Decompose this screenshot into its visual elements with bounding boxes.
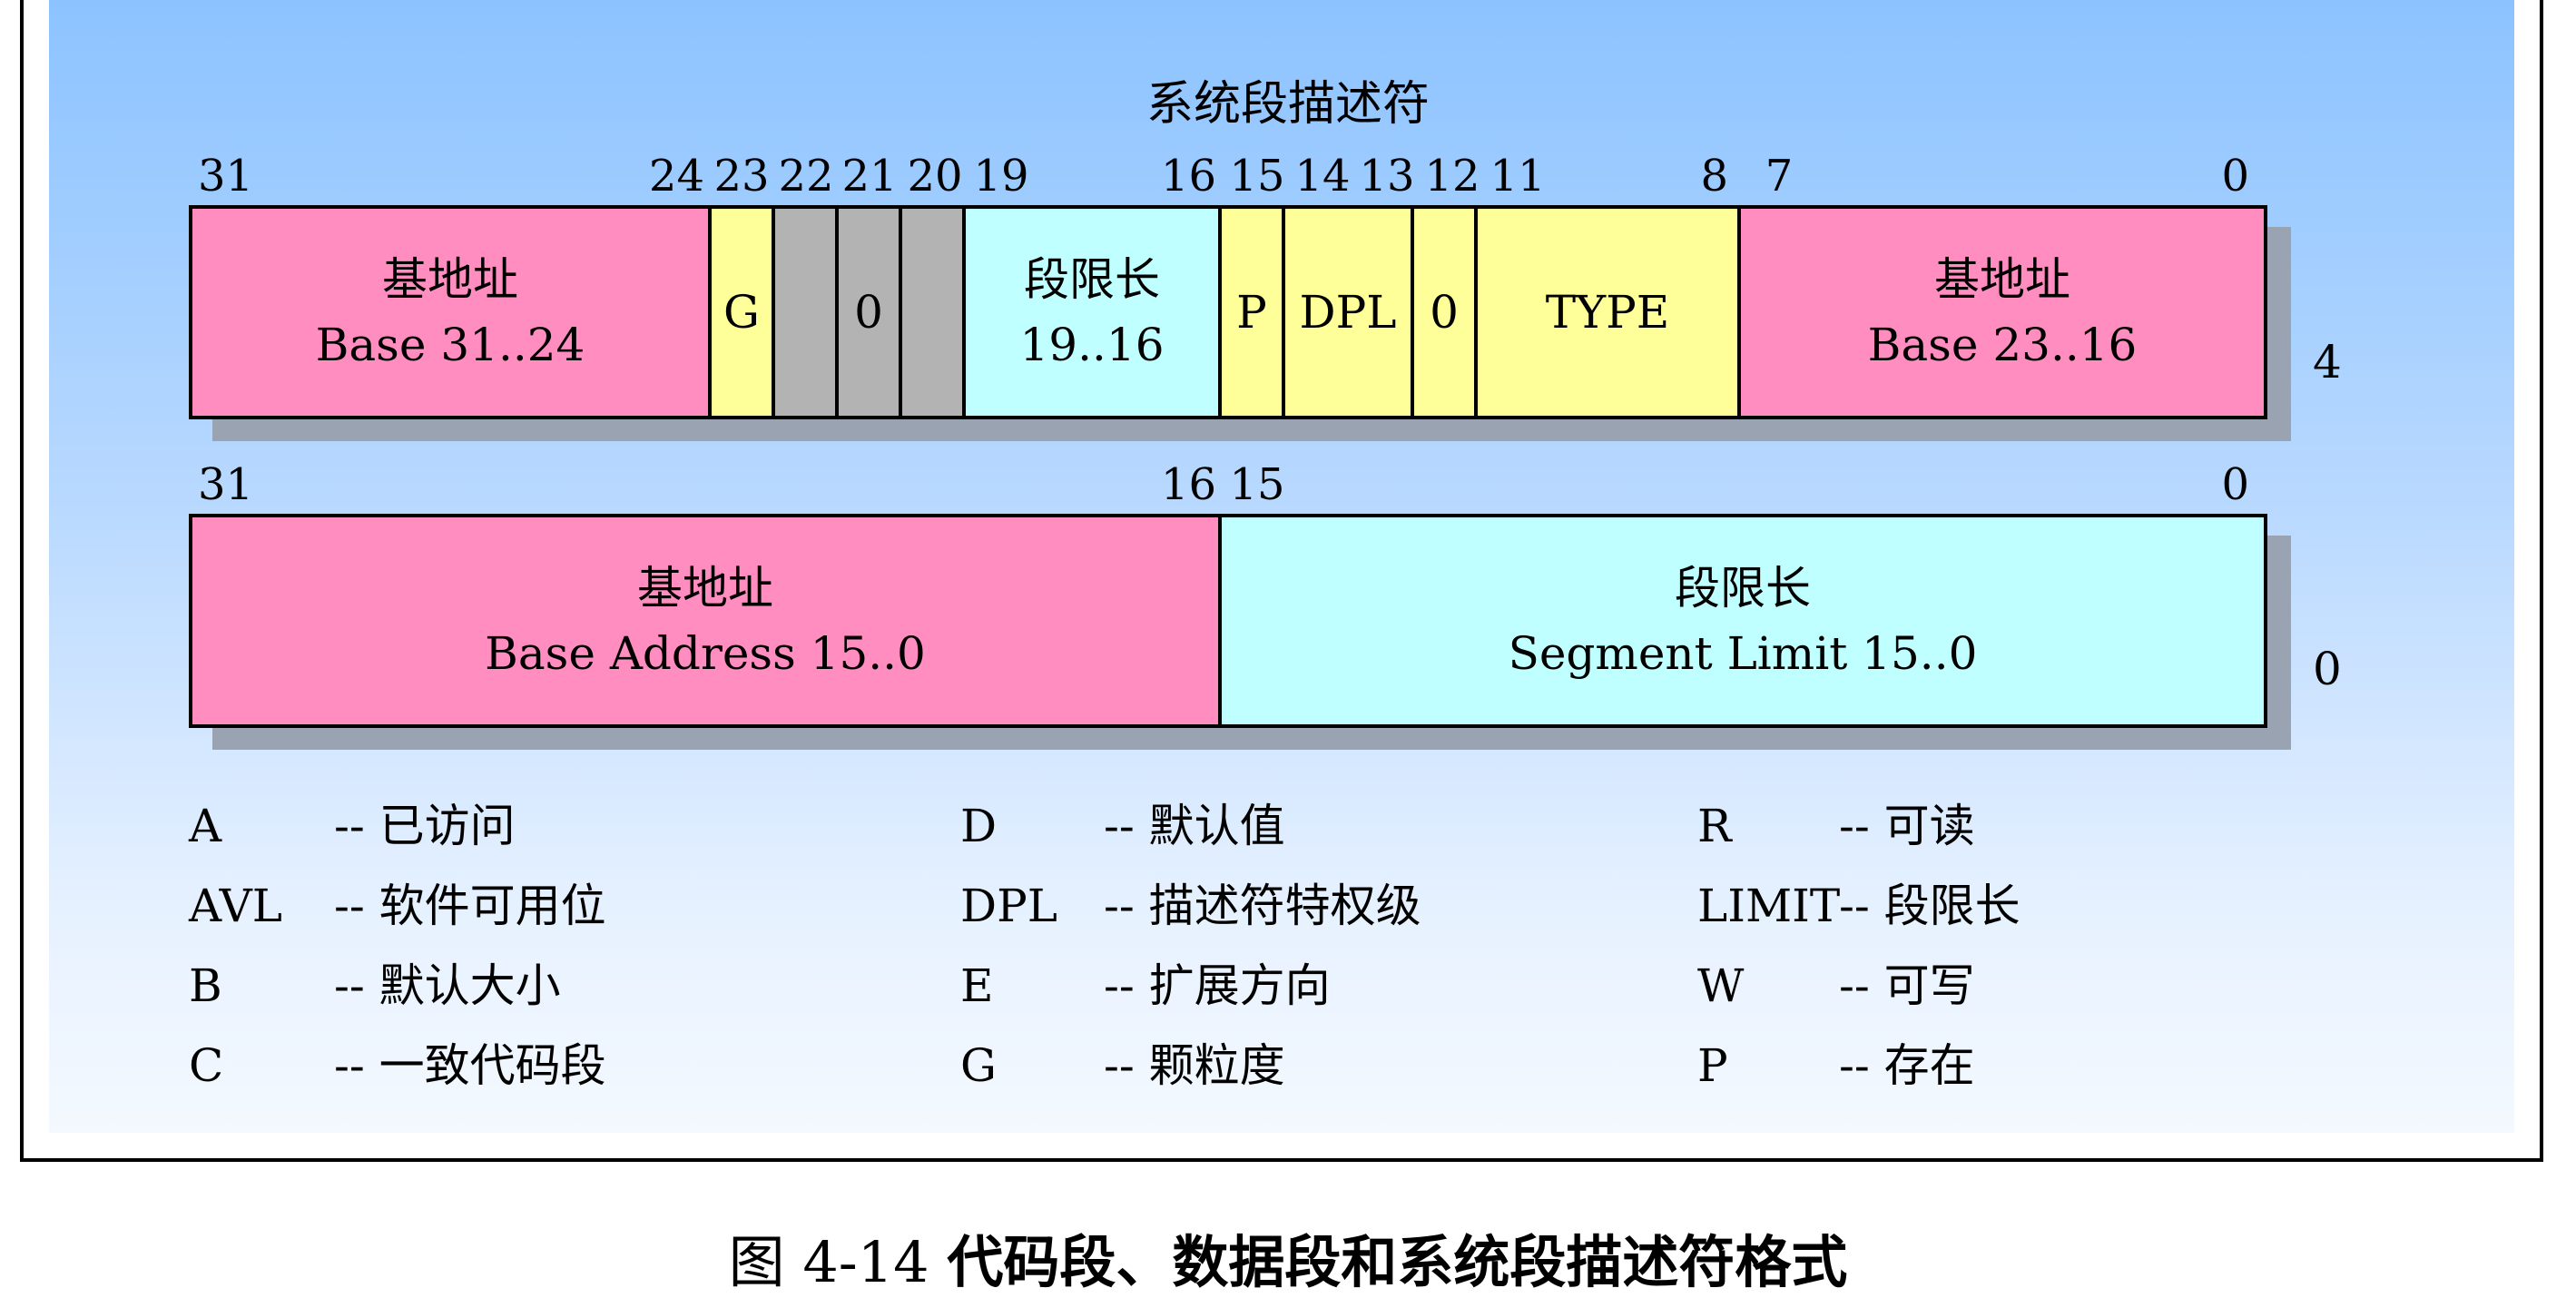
bit-24: 24 xyxy=(648,151,704,202)
bit-23: 23 xyxy=(713,151,770,202)
descriptor-low-dword: 基地址 Base Address 15..0 段限长 Segment Limit… xyxy=(189,514,2267,728)
legend-desc: -- 可读 xyxy=(1839,800,1975,852)
bit-12: 12 xyxy=(1424,151,1480,202)
legend-key: DPL xyxy=(960,880,1057,932)
legend-desc: -- 段限长 xyxy=(1839,880,2020,932)
field-bit-20 xyxy=(899,205,966,419)
field-type: TYPE xyxy=(1474,205,1741,419)
field-label: 段限长 xyxy=(1675,562,1811,615)
legend-desc: -- 默认值 xyxy=(1104,800,1285,852)
field-bit-12: 0 xyxy=(1411,205,1478,419)
bit-16: 16 xyxy=(1160,459,1216,510)
bit-15: 15 xyxy=(1229,151,1285,202)
bit-31: 31 xyxy=(198,459,254,510)
field-limit-19-16: 段限长 19..16 xyxy=(962,205,1222,419)
bit-31: 31 xyxy=(198,151,254,202)
field-label: G xyxy=(723,286,760,339)
figure-caption: 图 4-14 代码段、数据段和系统段描述符格式 xyxy=(0,1216,2576,1298)
field-limit-15-0: 段限长 Segment Limit 15..0 xyxy=(1218,514,2267,728)
legend-desc: -- 可写 xyxy=(1839,959,1975,1012)
legend-desc: -- 软件可用位 xyxy=(334,880,606,932)
field-bit-22 xyxy=(772,205,839,419)
field-label: 基地址 xyxy=(382,253,518,306)
field-sublabel: Base 31..24 xyxy=(315,319,585,371)
legend-key: R xyxy=(1697,800,1732,852)
bit-20: 20 xyxy=(907,151,963,202)
legend-desc: -- 存在 xyxy=(1839,1039,1975,1092)
bit-11: 11 xyxy=(1490,151,1546,202)
field-sublabel: Base 23..16 xyxy=(1867,319,2138,371)
field-g: G xyxy=(708,205,775,419)
legend-desc: -- 描述符特权级 xyxy=(1104,880,1421,932)
row1-offset: 4 xyxy=(2313,336,2342,388)
field-label: 0 xyxy=(854,286,883,339)
field-base-31-24: 基地址 Base 31..24 xyxy=(189,205,712,419)
legend-desc: -- 颗粒度 xyxy=(1104,1039,1285,1092)
field-base-23-16: 基地址 Base 23..16 xyxy=(1737,205,2267,419)
legend-key: E xyxy=(960,959,994,1012)
field-label: P xyxy=(1236,286,1267,339)
bit-16: 16 xyxy=(1160,151,1216,202)
bit-15: 15 xyxy=(1229,459,1285,510)
field-label: 段限长 xyxy=(1024,253,1160,306)
bit-21: 21 xyxy=(841,151,898,202)
legend-desc: -- 已访问 xyxy=(334,800,516,852)
bit-0: 0 xyxy=(2221,459,2249,510)
legend-key: B xyxy=(189,959,222,1012)
field-label: 基地址 xyxy=(637,562,773,615)
legend-key: C xyxy=(189,1039,224,1092)
legend-key: D xyxy=(960,800,998,852)
field-sublabel: Segment Limit 15..0 xyxy=(1508,627,1978,680)
bit-14: 14 xyxy=(1294,151,1351,202)
bit-8: 8 xyxy=(1700,151,1728,202)
figure-number: 图 4-14 xyxy=(728,1229,948,1295)
bit-7: 7 xyxy=(1765,151,1794,202)
field-label: DPL xyxy=(1299,286,1397,339)
field-p: P xyxy=(1218,205,1285,419)
bit-19: 19 xyxy=(973,151,1029,202)
row2-offset: 0 xyxy=(2313,643,2342,695)
legend-key: AVL xyxy=(189,880,282,932)
bit-22: 22 xyxy=(778,151,834,202)
legend-desc: -- 默认大小 xyxy=(334,959,561,1012)
legend-key: A xyxy=(189,800,222,852)
bit-0: 0 xyxy=(2221,151,2249,202)
bit-13: 13 xyxy=(1359,151,1415,202)
legend-desc: -- 扩展方向 xyxy=(1104,959,1331,1012)
legend-desc: -- 一致代码段 xyxy=(334,1039,606,1092)
field-label: 0 xyxy=(1430,286,1459,339)
diagram-title: 系统段描述符 xyxy=(1145,77,1430,132)
field-base-15-0: 基地址 Base Address 15..0 xyxy=(189,514,1222,728)
descriptor-high-dword: 基地址 Base 31..24 G 0 段限长 19..16 P DPL 0 T… xyxy=(189,205,2267,419)
field-label: 基地址 xyxy=(1934,253,2070,306)
field-label: TYPE xyxy=(1545,286,1670,339)
field-bit-21: 0 xyxy=(835,205,902,419)
field-sublabel: Base Address 15..0 xyxy=(485,627,926,680)
legend-key: G xyxy=(960,1039,997,1092)
legend-key: P xyxy=(1697,1039,1728,1092)
figure-caption-text: 代码段、数据段和系统段描述符格式 xyxy=(947,1229,1848,1295)
field-dpl: DPL xyxy=(1282,205,1414,419)
legend-key: W xyxy=(1697,959,1745,1012)
field-sublabel: 19..16 xyxy=(1019,319,1165,371)
legend-key: LIMIT xyxy=(1697,880,1841,932)
